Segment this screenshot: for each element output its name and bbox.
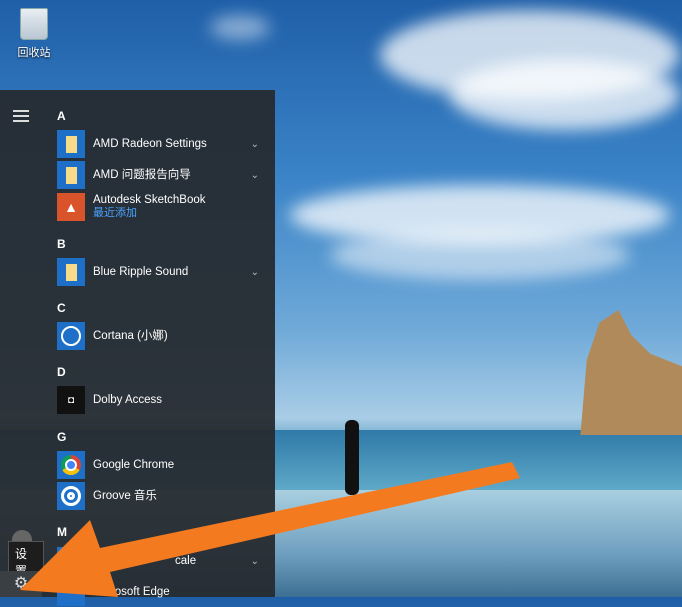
arrow-shape bbox=[20, 462, 520, 597]
annotation-arrow bbox=[20, 462, 520, 597]
